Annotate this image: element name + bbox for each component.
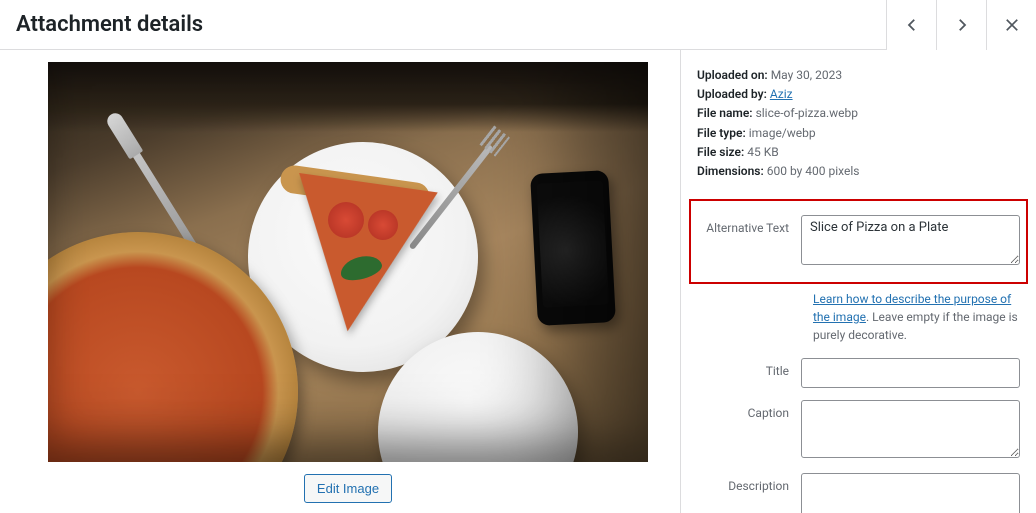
file-size-label: File size:	[697, 145, 744, 159]
close-icon	[1003, 16, 1021, 34]
file-name-value: slice-of-pizza.webp	[756, 106, 858, 120]
dialog-content: Edit Image Uploaded on: May 30, 2023 Upl…	[0, 50, 1036, 513]
alt-text-row: Alternative Text	[689, 199, 1028, 284]
chevron-left-icon	[903, 16, 921, 34]
description-input[interactable]	[801, 473, 1020, 513]
dimensions-value: 600 by 400 pixels	[767, 164, 860, 178]
file-meta: Uploaded on: May 30, 2023 Uploaded by: A…	[697, 66, 1020, 181]
title-row: Title	[697, 358, 1020, 388]
file-name-label: File name:	[697, 106, 753, 120]
uploaded-by-link[interactable]: Aziz	[770, 87, 793, 101]
file-type-value: image/webp	[749, 126, 816, 140]
details-panel: Uploaded on: May 30, 2023 Uploaded by: A…	[680, 50, 1036, 513]
prev-button[interactable]	[886, 0, 936, 50]
attachment-image	[48, 62, 648, 462]
description-label: Description	[697, 473, 801, 493]
uploaded-by-label: Uploaded by:	[697, 87, 767, 101]
title-label: Title	[697, 358, 801, 378]
close-button[interactable]	[986, 0, 1036, 50]
dialog-header: Attachment details	[0, 0, 1036, 50]
caption-label: Caption	[697, 400, 801, 420]
chevron-right-icon	[953, 16, 971, 34]
file-type-label: File type:	[697, 126, 746, 140]
title-input[interactable]	[801, 358, 1020, 388]
dimensions-label: Dimensions:	[697, 164, 764, 178]
description-row: Description	[697, 473, 1020, 513]
media-panel: Edit Image	[0, 50, 680, 513]
attachment-fields: Alternative Text Learn how to describe t…	[697, 199, 1020, 513]
file-size-value: 45 KB	[747, 145, 778, 159]
edit-image-button[interactable]: Edit Image	[304, 474, 392, 503]
caption-row: Caption	[697, 400, 1020, 461]
uploaded-on-value: May 30, 2023	[771, 68, 842, 82]
alt-text-input[interactable]	[801, 215, 1020, 265]
caption-input[interactable]	[801, 400, 1020, 458]
header-nav	[886, 0, 1036, 49]
alt-text-help: Learn how to describe the purpose of the…	[813, 290, 1020, 344]
next-button[interactable]	[936, 0, 986, 50]
uploaded-on-label: Uploaded on:	[697, 68, 768, 82]
dialog-title: Attachment details	[16, 12, 203, 37]
alt-text-label: Alternative Text	[697, 215, 801, 235]
